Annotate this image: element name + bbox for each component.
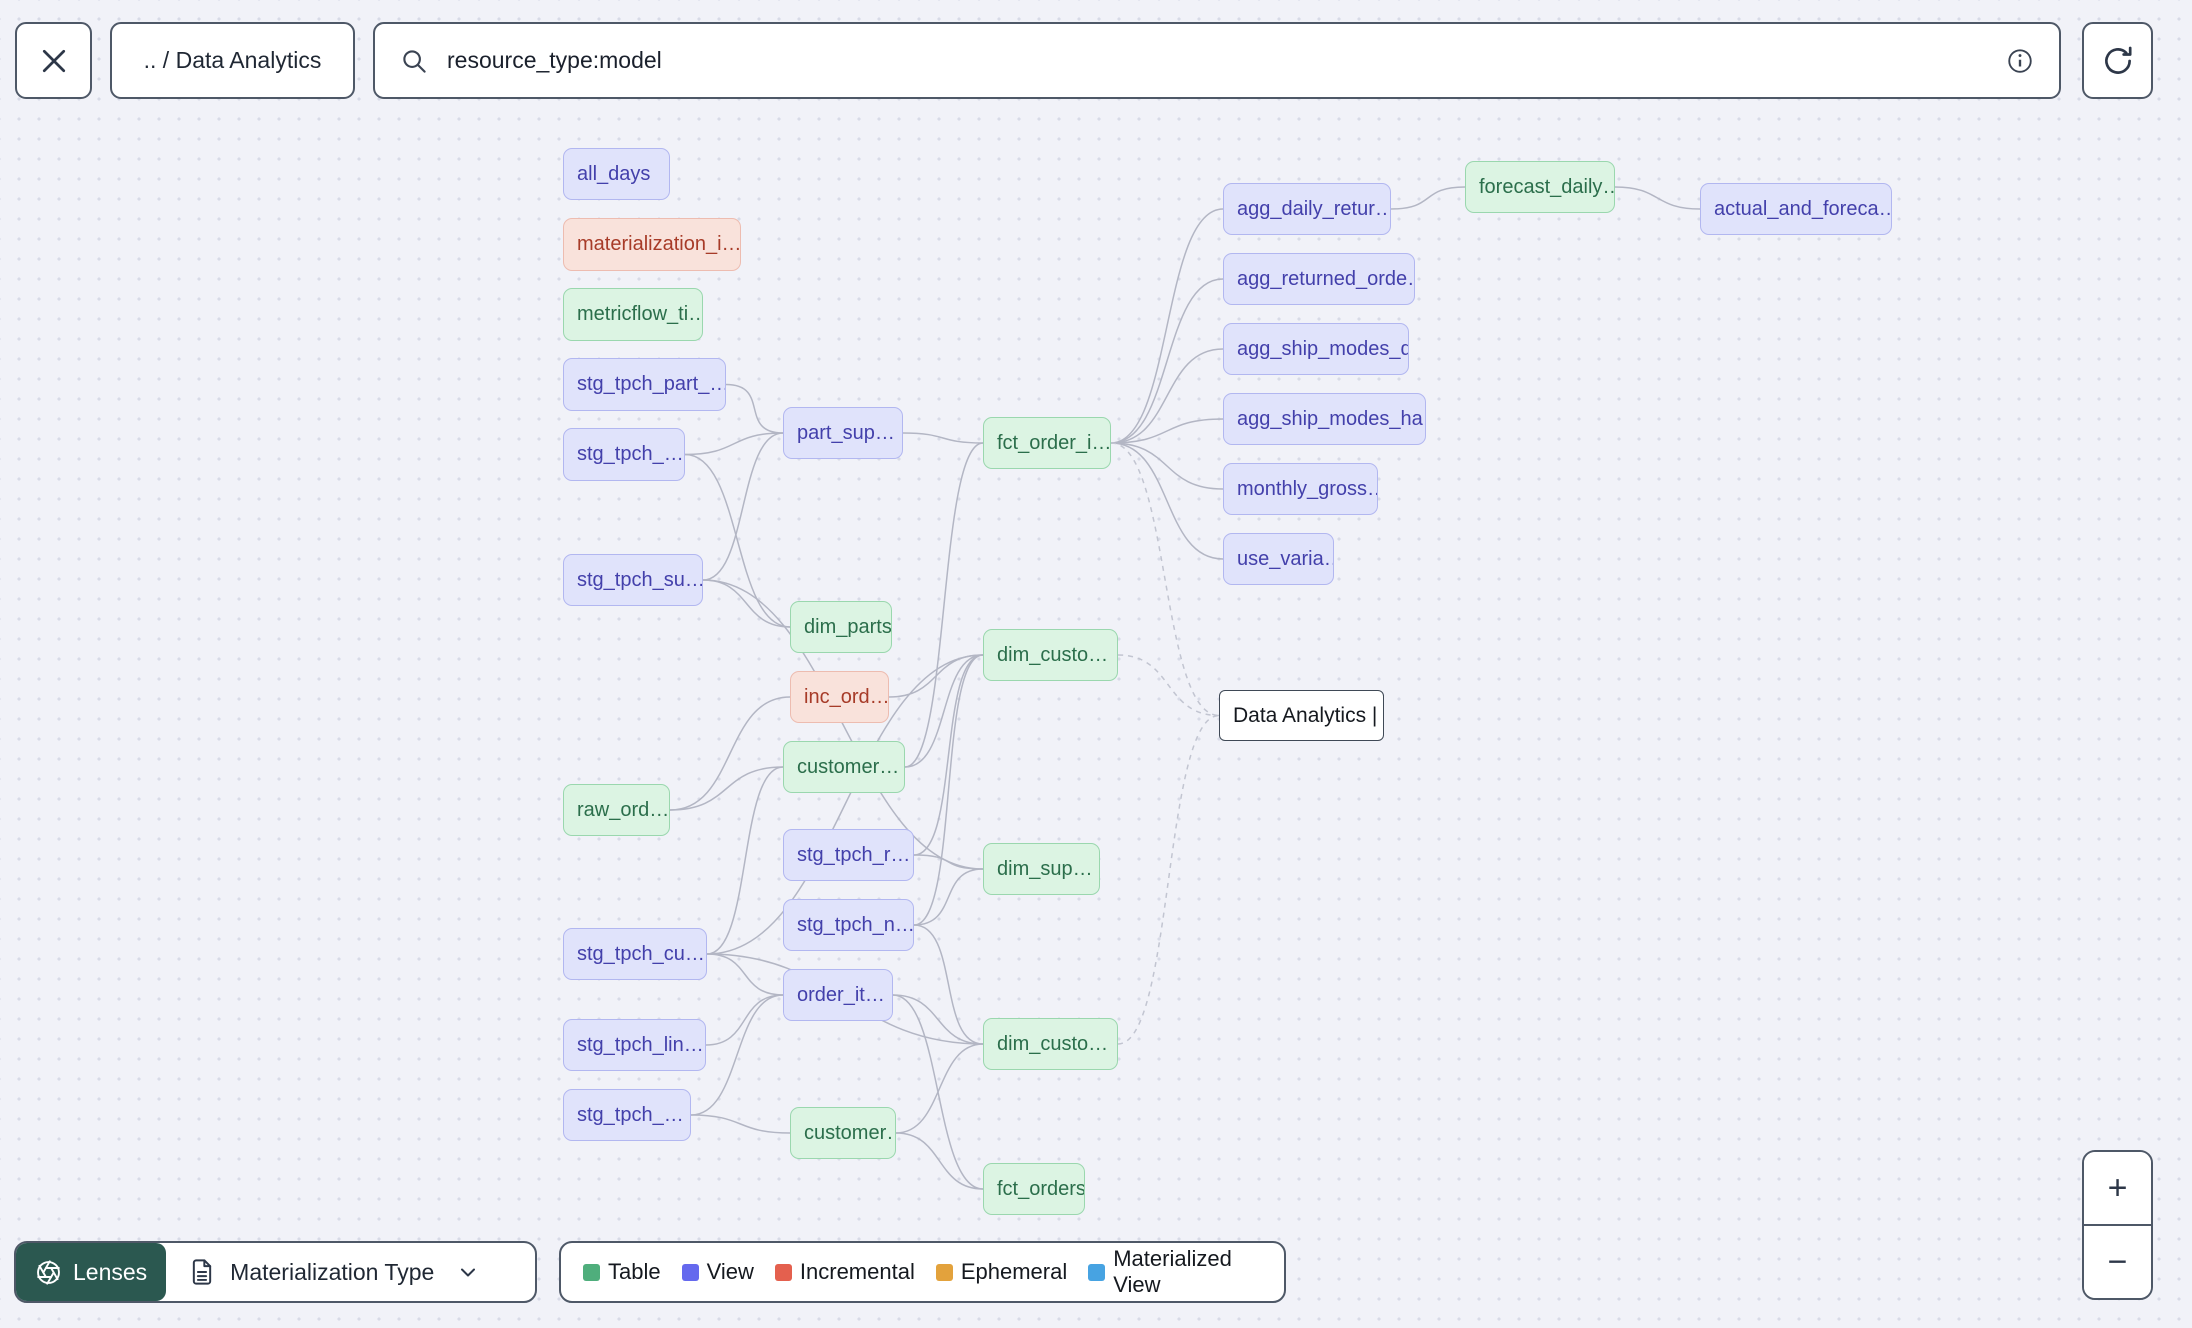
lineage-edge bbox=[725, 383, 784, 434]
refresh-icon bbox=[2101, 44, 2135, 78]
graph-node-agg_returned[interactable]: agg_returned_orde… bbox=[1223, 253, 1415, 305]
lineage-edge-dashed bbox=[1117, 654, 1220, 717]
graph-node-actual_forecast[interactable]: actual_and_foreca… bbox=[1700, 183, 1892, 235]
legend-label: View bbox=[706, 1259, 754, 1284]
search-icon bbox=[399, 46, 429, 76]
lineage-edge bbox=[684, 432, 784, 456]
graph-node-metricflow_ti[interactable]: metricflow_ti… bbox=[563, 288, 703, 341]
lineage-edge bbox=[1110, 208, 1224, 444]
lens-selector[interactable]: Materialization Type bbox=[166, 1243, 535, 1301]
lineage-edge bbox=[895, 1132, 984, 1190]
legend-item-view: View bbox=[681, 1259, 754, 1285]
breadcrumb[interactable]: .. / Data Analytics bbox=[110, 22, 355, 99]
graph-node-dim_sup[interactable]: dim_sup… bbox=[983, 843, 1100, 895]
graph-node-dim_custo_a[interactable]: dim_custo… bbox=[983, 629, 1118, 681]
search-input[interactable] bbox=[445, 46, 1989, 75]
graph-node-materialization[interactable]: materialization_i… bbox=[563, 218, 741, 271]
lenses-label: Lenses bbox=[73, 1258, 148, 1285]
legend-swatch bbox=[583, 1263, 600, 1281]
lineage-edge bbox=[913, 868, 984, 926]
graph-node-part_sup[interactable]: part_sup… bbox=[783, 407, 903, 459]
lineage-edge bbox=[1614, 186, 1701, 210]
zoom-out-button[interactable]: − bbox=[2084, 1226, 2151, 1298]
zoom-in-button[interactable]: + bbox=[2084, 1152, 2151, 1224]
breadcrumb-label: .. / Data Analytics bbox=[143, 47, 322, 73]
lineage-edge bbox=[669, 766, 784, 811]
legend-swatch bbox=[774, 1263, 792, 1281]
lineage-edge bbox=[1110, 278, 1224, 444]
graph-node-stg_tpch_o[interactable]: stg_tpch_… bbox=[563, 1089, 691, 1141]
legend-label: Materialized View bbox=[1113, 1246, 1232, 1297]
graph-node-agg_ship_d[interactable]: agg_ship_modes_d… bbox=[1223, 323, 1409, 375]
legend-label: Incremental bbox=[799, 1259, 915, 1284]
graph-node-fct_order_i[interactable]: fct_order_i… bbox=[983, 417, 1111, 469]
lineage-edge bbox=[1110, 442, 1224, 560]
lineage-edge bbox=[1110, 442, 1224, 490]
lineage-edge bbox=[669, 696, 791, 811]
graph-node-use_varia[interactable]: use_varia… bbox=[1223, 533, 1334, 585]
graph-node-raw_ord[interactable]: raw_ord… bbox=[563, 784, 670, 836]
legend-swatch bbox=[681, 1263, 699, 1281]
lineage-edge bbox=[1390, 186, 1466, 210]
legend-label: Table bbox=[608, 1259, 661, 1284]
lens-selected-label: Materialization Type bbox=[230, 1258, 435, 1285]
graph-node-exposure[interactable]: Data Analytics | … bbox=[1219, 690, 1384, 741]
legend-swatch bbox=[1088, 1263, 1106, 1281]
graph-node-stg_tpch_r[interactable]: stg_tpch_r… bbox=[783, 829, 914, 881]
lineage-edge bbox=[690, 1114, 791, 1134]
lineage-edge bbox=[904, 442, 984, 768]
graph-node-all_days[interactable]: all_days bbox=[563, 148, 670, 200]
lens-control: Lenses Materialization Type bbox=[14, 1241, 537, 1303]
lineage-edge bbox=[895, 1043, 984, 1134]
lenses-button[interactable]: Lenses bbox=[16, 1243, 167, 1301]
legend-label: Ephemeral bbox=[960, 1259, 1068, 1284]
legend-item-incremental: Incremental bbox=[774, 1259, 915, 1285]
graph-node-stg_tpch_lin[interactable]: stg_tpch_lin… bbox=[563, 1019, 706, 1071]
graph-node-stg_tpch_su[interactable]: stg_tpch_su… bbox=[563, 554, 703, 606]
lineage-canvas[interactable]: all_days materialization_i… metricflow_ti…… bbox=[0, 0, 2192, 1328]
legend: Table View Incremental Ephemeral Materialize… bbox=[559, 1241, 1286, 1303]
graph-node-fct_orders[interactable]: fct_orders bbox=[983, 1163, 1085, 1215]
info-icon[interactable] bbox=[2005, 46, 2035, 76]
graph-node-customer_b[interactable]: customer… bbox=[790, 1107, 896, 1159]
graph-node-forecast_daily[interactable]: forecast_daily… bbox=[1465, 161, 1615, 213]
lineage-edge-dashed bbox=[1110, 442, 1220, 717]
graph-node-dim_parts[interactable]: dim_parts bbox=[790, 601, 892, 653]
refresh-button[interactable] bbox=[2082, 22, 2153, 99]
legend-item-ephemeral: Ephemeral bbox=[935, 1259, 1068, 1285]
aperture-icon bbox=[35, 1259, 62, 1286]
graph-node-dim_custo_b[interactable]: dim_custo… bbox=[983, 1018, 1118, 1070]
lineage-edge bbox=[705, 994, 784, 1046]
lineage-edge bbox=[702, 579, 791, 628]
graph-node-stg_tpch_part[interactable]: stg_tpch_part_… bbox=[563, 358, 726, 411]
legend-item-materialized-view: Materialized View bbox=[1088, 1246, 1262, 1298]
graph-node-order_it[interactable]: order_it… bbox=[783, 969, 893, 1021]
legend-item-table: Table bbox=[583, 1259, 661, 1285]
graph-node-stg_tpch_p[interactable]: stg_tpch_… bbox=[563, 428, 685, 481]
close-button[interactable] bbox=[15, 22, 92, 99]
graph-node-stg_tpch_n[interactable]: stg_tpch_n… bbox=[783, 899, 914, 951]
legend-swatch bbox=[935, 1263, 953, 1281]
graph-node-customer_a[interactable]: customer… bbox=[783, 741, 905, 793]
lineage-edge bbox=[706, 953, 784, 996]
graph-node-agg_ship_ha[interactable]: agg_ship_modes_ha… bbox=[1223, 393, 1426, 445]
chevron-down-icon bbox=[456, 1260, 480, 1284]
lineage-edge bbox=[913, 854, 984, 870]
graph-node-inc_ord[interactable]: inc_ord… bbox=[790, 671, 889, 723]
lineage-edge bbox=[913, 924, 984, 1045]
graph-node-stg_tpch_cu[interactable]: stg_tpch_cu… bbox=[563, 928, 707, 980]
document-icon bbox=[188, 1258, 216, 1286]
lineage-edge-dashed bbox=[1117, 714, 1220, 1045]
lineage-edge bbox=[888, 654, 984, 698]
lineage-edge bbox=[904, 654, 984, 768]
lineage-edge bbox=[902, 432, 984, 444]
lineage-edge bbox=[913, 654, 984, 856]
graph-node-agg_daily[interactable]: agg_daily_retur… bbox=[1223, 183, 1391, 235]
close-icon bbox=[36, 43, 72, 79]
lineage-edge bbox=[892, 994, 984, 1045]
zoom-controls: + − bbox=[2082, 1150, 2153, 1300]
graph-node-monthly_gross[interactable]: monthly_gross… bbox=[1223, 463, 1378, 515]
search-bar bbox=[373, 22, 2061, 99]
